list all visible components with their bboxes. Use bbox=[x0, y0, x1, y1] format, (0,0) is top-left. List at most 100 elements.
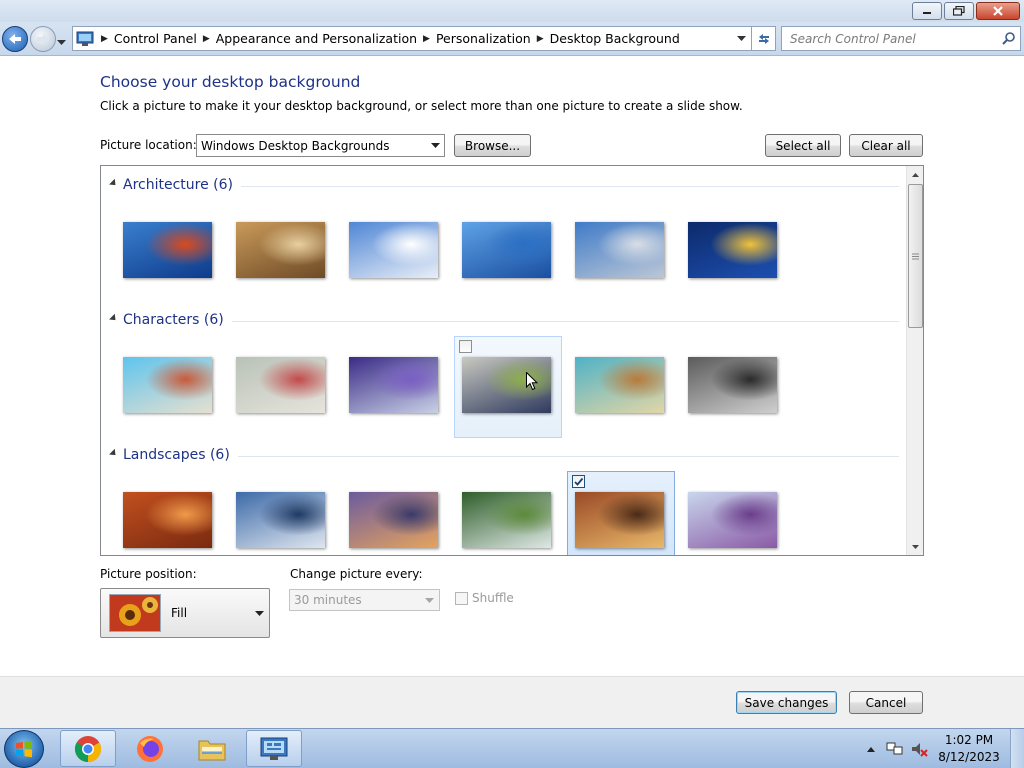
thumb-architecture-3[interactable] bbox=[349, 222, 438, 278]
refresh-icon bbox=[758, 33, 769, 44]
vertical-scrollbar[interactable] bbox=[906, 166, 923, 555]
close-icon bbox=[993, 6, 1003, 16]
thumb-cell[interactable] bbox=[440, 471, 551, 555]
forward-arrow-icon bbox=[37, 34, 49, 44]
thumb-cell[interactable] bbox=[440, 201, 551, 303]
thumb-landscapes-2[interactable] bbox=[236, 492, 325, 548]
thumb-cell[interactable] bbox=[553, 201, 664, 303]
thumb-architecture-5[interactable] bbox=[575, 222, 664, 278]
thumb-characters-2[interactable] bbox=[236, 357, 325, 413]
picture-position-select[interactable]: Fill bbox=[100, 588, 270, 638]
forward-button[interactable] bbox=[30, 26, 56, 52]
change-picture-label: Change picture every: bbox=[290, 567, 423, 581]
thumb-cell[interactable] bbox=[101, 336, 212, 438]
thumb-landscapes-4[interactable] bbox=[462, 492, 551, 548]
browse-button[interactable]: Browse... bbox=[454, 134, 531, 157]
thumb-landscapes-6[interactable] bbox=[688, 492, 777, 548]
breadcrumb-separator[interactable]: ▶ bbox=[203, 34, 210, 44]
clear-all-button[interactable]: Clear all bbox=[849, 134, 923, 157]
thumb-cell[interactable] bbox=[666, 201, 777, 303]
thumb-landscapes-5[interactable] bbox=[575, 492, 664, 548]
thumb-cell[interactable] bbox=[666, 471, 777, 555]
thumb-cell[interactable] bbox=[214, 471, 325, 555]
page-title: Choose your desktop background bbox=[100, 73, 361, 91]
thumb-characters-6[interactable] bbox=[688, 357, 777, 413]
thumb-architecture-6[interactable] bbox=[688, 222, 777, 278]
thumb-cell[interactable] bbox=[214, 336, 325, 438]
picture-location-select[interactable]: Windows Desktop Backgrounds bbox=[196, 134, 445, 157]
grip-icon bbox=[912, 253, 919, 259]
breadcrumb-separator: ▶ bbox=[101, 33, 108, 44]
picture-position-preview bbox=[109, 594, 161, 632]
shuffle-checkbox-box[interactable] bbox=[455, 591, 468, 605]
search-input[interactable] bbox=[782, 27, 1020, 50]
scrollbar-thumb[interactable] bbox=[908, 184, 923, 328]
breadcrumb-control-panel[interactable]: Control Panel bbox=[114, 31, 197, 46]
thumb-cell[interactable] bbox=[327, 201, 438, 303]
thumb-cell[interactable] bbox=[327, 471, 438, 555]
thumb-characters-5[interactable] bbox=[575, 357, 664, 413]
minimize-button[interactable] bbox=[912, 2, 942, 20]
thumb-cell-hovered[interactable] bbox=[454, 336, 562, 438]
thumb-checkbox-checked[interactable] bbox=[572, 475, 585, 488]
taskbar-chrome[interactable] bbox=[60, 730, 116, 767]
group-title: Landscapes (6) bbox=[123, 447, 230, 463]
select-all-button[interactable]: Select all bbox=[765, 134, 841, 157]
thumb-cell[interactable] bbox=[553, 336, 664, 438]
close-button[interactable] bbox=[976, 2, 1020, 20]
thumb-characters-3[interactable] bbox=[349, 357, 438, 413]
thumb-cell[interactable] bbox=[101, 471, 212, 555]
thumb-landscapes-1[interactable] bbox=[123, 492, 212, 548]
windows-logo-icon bbox=[16, 740, 32, 758]
volume-muted-icon[interactable] bbox=[910, 741, 928, 757]
refresh-button[interactable] bbox=[752, 26, 776, 51]
change-picture-select[interactable]: 30 minutes bbox=[289, 589, 440, 611]
breadcrumb-desktop-background[interactable]: Desktop Background bbox=[550, 31, 680, 46]
taskbar-explorer[interactable] bbox=[184, 730, 240, 767]
search-box[interactable] bbox=[781, 26, 1021, 51]
thumb-cell-selected[interactable] bbox=[567, 471, 675, 555]
scroll-down-button[interactable] bbox=[907, 538, 923, 555]
scroll-up-button[interactable] bbox=[907, 166, 923, 183]
breadcrumb-appearance[interactable]: Appearance and Personalization bbox=[216, 31, 417, 46]
breadcrumb-personalization[interactable]: Personalization bbox=[436, 31, 531, 46]
shuffle-checkbox[interactable]: Shuffle bbox=[455, 591, 514, 605]
group-header-landscapes[interactable]: Landscapes (6) bbox=[109, 445, 899, 465]
show-desktop-button[interactable] bbox=[1010, 729, 1024, 768]
thumb-cell[interactable] bbox=[666, 336, 777, 438]
thumb-cell[interactable] bbox=[101, 201, 212, 303]
address-bar[interactable]: ▶ Control Panel ▶ Appearance and Persona… bbox=[72, 26, 752, 51]
cancel-button[interactable]: Cancel bbox=[849, 691, 923, 714]
collapse-triangle-icon[interactable] bbox=[109, 448, 119, 458]
thumb-architecture-1[interactable] bbox=[123, 222, 212, 278]
breadcrumb-separator[interactable]: ▶ bbox=[423, 34, 430, 44]
taskbar-control-panel[interactable] bbox=[246, 730, 302, 767]
chevron-down-icon bbox=[912, 544, 919, 549]
show-hidden-icons-icon[interactable] bbox=[866, 745, 876, 753]
thumb-cell[interactable] bbox=[327, 336, 438, 438]
start-button[interactable] bbox=[4, 730, 44, 768]
thumb-cell[interactable] bbox=[214, 201, 325, 303]
recent-pages-button[interactable] bbox=[57, 35, 66, 49]
thumb-characters-1[interactable] bbox=[123, 357, 212, 413]
thumb-architecture-4[interactable] bbox=[462, 222, 551, 278]
taskbar-firefox[interactable] bbox=[122, 730, 178, 767]
chevron-up-icon bbox=[912, 172, 919, 177]
save-changes-button[interactable]: Save changes bbox=[736, 691, 837, 714]
thumb-landscapes-3[interactable] bbox=[349, 492, 438, 548]
group-divider bbox=[237, 455, 899, 457]
address-dropdown-button[interactable] bbox=[733, 30, 749, 47]
picture-list[interactable]: Architecture (6) Characters (6) Landscap… bbox=[100, 165, 924, 556]
back-button[interactable] bbox=[2, 26, 28, 52]
group-header-architecture[interactable]: Architecture (6) bbox=[109, 175, 899, 195]
collapse-triangle-icon[interactable] bbox=[109, 313, 119, 323]
breadcrumb-separator[interactable]: ▶ bbox=[537, 34, 544, 44]
thumb-architecture-2[interactable] bbox=[236, 222, 325, 278]
clock[interactable]: 1:02 PM 8/12/2023 bbox=[934, 732, 1004, 766]
network-icon[interactable] bbox=[886, 741, 904, 757]
group-header-characters[interactable]: Characters (6) bbox=[109, 310, 899, 330]
collapse-triangle-icon[interactable] bbox=[109, 178, 119, 188]
search-icon[interactable] bbox=[1001, 31, 1016, 46]
thumb-checkbox[interactable] bbox=[459, 340, 472, 353]
restore-button[interactable] bbox=[944, 2, 974, 20]
